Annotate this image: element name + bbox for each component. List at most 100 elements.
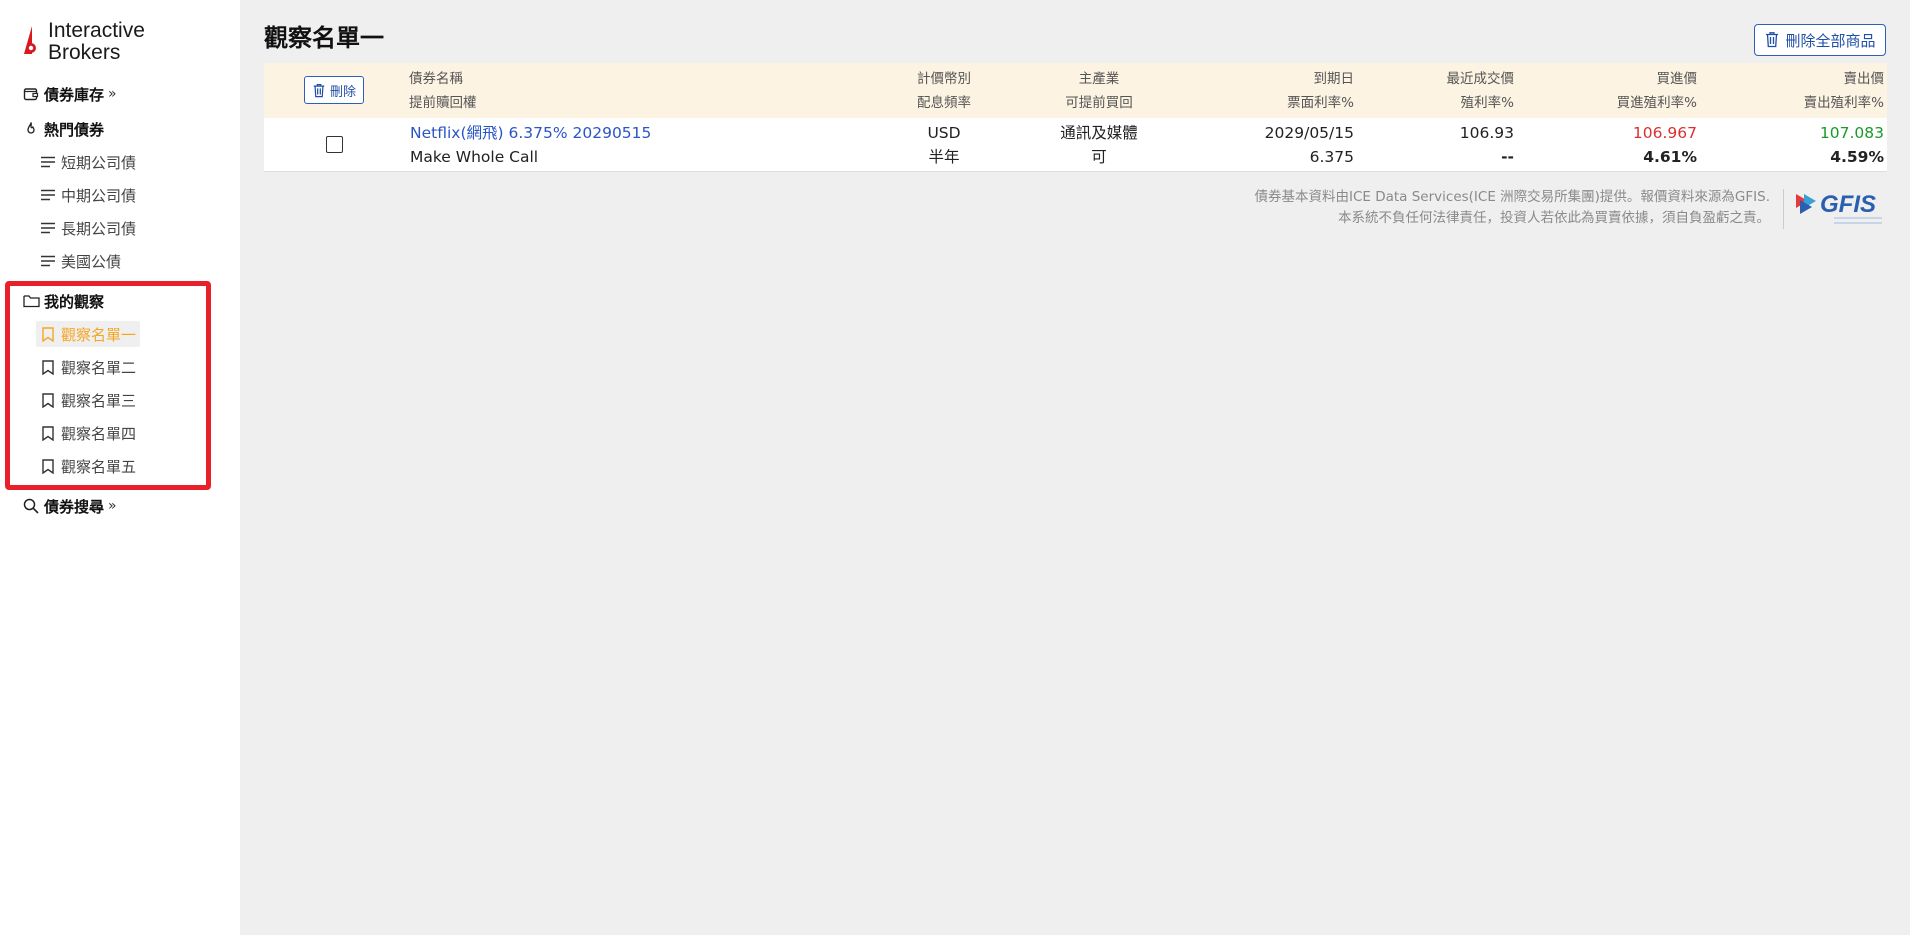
header-industry: 主產業 [1078,71,1120,87]
gfis-wordmark: GFIS [1820,191,1876,218]
currency-value: USD [927,124,961,142]
divider [1783,189,1784,229]
nav-search[interactable]: 債券搜尋 » [22,494,117,518]
nav-mid-term-label: 中期公司債 [61,186,137,205]
nav-watchlist-2[interactable]: 觀察名單二 [36,354,140,380]
gfis-logo: GFIS [1796,191,1882,224]
trash-icon [1764,31,1782,49]
watchlist-table: 刪除 債券名稱 提前贖回權 計價幣別 配息頻率 主產業 可提前買回 到期日 票面… [264,63,1887,172]
bookmark-icon [40,359,56,375]
ask-yield-value: 4.59% [1830,148,1884,166]
ib-logo-icon [24,26,36,54]
chevron-right-icon: » [108,86,117,102]
bid-cell: 106.967 4.61% [1534,121,1697,169]
nav-watchlist-5[interactable]: 觀察名單五 [36,453,140,479]
table-header: 刪除 債券名稱 提前贖回權 計價幣別 配息頻率 主產業 可提前買回 到期日 票面… [264,63,1887,118]
header-currency: 計價幣別 [917,71,971,87]
nav-inventory-label: 債券庫存 [44,85,105,104]
header-bid-yield: 買進殖利率% [1616,95,1697,111]
maturity-cell: 2029/05/15 6.375 [1194,121,1354,169]
bid-yield-value: 4.61% [1643,148,1697,166]
ask-price-value: 107.083 [1819,124,1884,142]
flame-icon [22,120,40,138]
nav-watchlist-4-label: 觀察名單四 [61,424,137,443]
header-ask-yield: 賣出殖利率% [1803,95,1884,111]
currency-cell: USD 半年 [884,121,1004,169]
header-maturity: 到期日 [1313,71,1355,87]
nav-watchlist-5-label: 觀察名單五 [61,457,137,476]
col-ask-header: 賣出價 賣出殖利率% [1704,67,1884,115]
header-callable: 可提前買回 [1065,95,1133,111]
bookmark-icon [40,458,56,474]
row-checkbox[interactable] [326,136,343,153]
nav-watchlist-3[interactable]: 觀察名單三 [36,387,140,413]
disclaimer: 債券基本資料由ICE Data Services(ICE 洲際交易所集團)提供。… [1140,187,1770,229]
list-icon [40,253,56,269]
nav-inventory[interactable]: 債券庫存 » [22,82,117,106]
nav-hot[interactable]: 熱門債券 [22,117,104,141]
last-yield-value: -- [1501,148,1514,166]
bookmark-icon [40,425,56,441]
header-call-right: 提前贖回權 [409,95,477,111]
col-bid-header: 買進價 買進殖利率% [1534,67,1697,115]
nav-mid-term[interactable]: 中期公司債 [36,182,140,208]
nav-short-term[interactable]: 短期公司債 [36,149,140,175]
sidebar: Interactive Brokers 債券庫存 » 熱門債券 短期公司債 中期… [0,0,240,935]
search-icon [22,497,40,515]
coupon-value: 6.375 [1309,148,1354,166]
col-last-header: 最近成交價 殖利率% [1354,67,1515,115]
nav-watchlist-3-label: 觀察名單三 [61,391,137,410]
col-name-header: 債券名稱 提前贖回權 [409,67,477,115]
last-price-value: 106.93 [1459,124,1514,142]
nav-long-term-label: 長期公司債 [61,219,137,238]
logo[interactable]: Interactive Brokers [22,20,145,64]
bond-name-link[interactable]: Netflix(網飛) 6.375% 20290515 [410,121,651,145]
folder-icon [22,292,40,310]
nav-short-term-label: 短期公司債 [61,153,137,172]
delete-label: 刪除 [329,84,356,100]
nav-watch-label: 我的觀察 [44,292,105,311]
nav-watchlist-1[interactable]: 觀察名單一 [36,321,141,347]
delete-all-button[interactable]: 刪除全部商品 [1754,24,1886,56]
page-title: 觀察名單一 [264,24,384,52]
bid-price-value: 106.967 [1632,124,1697,142]
list-icon [40,154,56,170]
nav-us-treasury[interactable]: 美國公債 [36,248,125,274]
nav-us-treasury-label: 美國公債 [61,252,122,271]
nav-watchlist-4[interactable]: 觀察名單四 [36,420,140,446]
last-cell: 106.93 -- [1354,121,1514,169]
table-row: Netflix(網飛) 6.375% 20290515 Make Whole C… [264,118,1887,172]
call-type: Make Whole Call [410,148,539,166]
bond-name-cell: Netflix(網飛) 6.375% 20290515 Make Whole C… [410,121,651,169]
header-ask-price: 賣出價 [1843,71,1885,87]
nav-watchlist-2-label: 觀察名單二 [61,358,137,377]
trash-icon [312,83,327,98]
nav-search-label: 債券搜尋 [44,497,105,516]
list-icon [40,187,56,203]
col-currency-header: 計價幣別 配息頻率 [884,67,1004,115]
col-industry-header: 主產業 可提前買回 [1039,67,1159,115]
bookmark-icon [40,392,56,408]
logo-line2: Brokers [48,41,121,64]
col-maturity-header: 到期日 票面利率% [1194,67,1354,115]
disclaimer-line1: 債券基本資料由ICE Data Services(ICE 洲際交易所集團)提供。… [1254,189,1770,205]
header-last-price: 最近成交價 [1446,71,1515,87]
nav-long-term[interactable]: 長期公司債 [36,215,140,241]
logo-line1: Interactive [48,19,145,42]
header-bid-price: 買進價 [1656,71,1698,87]
header-bond-name: 債券名稱 [409,71,463,87]
bookmark-icon [40,326,56,342]
chevron-right-icon: » [108,498,117,514]
industry-value: 通訊及媒體 [1060,124,1138,142]
callable-value: 可 [1091,148,1107,166]
header-last-yield: 殖利率% [1460,95,1514,111]
list-icon [40,220,56,236]
header-frequency: 配息頻率 [917,95,971,111]
delete-all-label: 刪除全部商品 [1785,31,1876,50]
header-coupon: 票面利率% [1287,95,1354,111]
nav-watchlist-1-label: 觀察名單一 [61,325,137,344]
frequency-value: 半年 [928,148,960,166]
delete-button[interactable]: 刪除 [304,76,364,104]
nav-hot-label: 熱門債券 [44,120,105,139]
nav-watch[interactable]: 我的觀察 [22,289,104,313]
